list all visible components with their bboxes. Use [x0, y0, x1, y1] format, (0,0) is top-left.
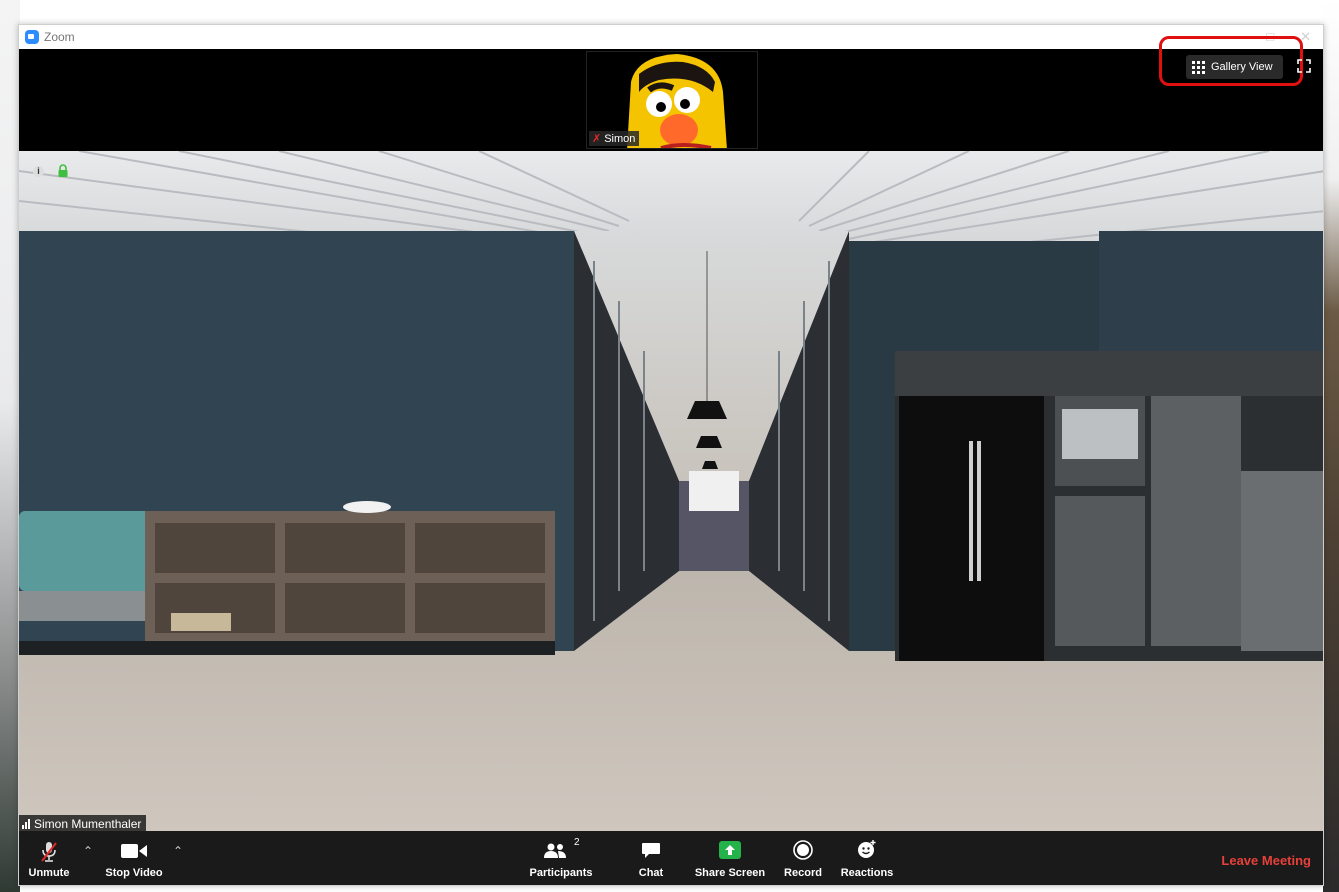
fullscreen-icon[interactable] — [1297, 59, 1311, 73]
office-background-image — [19, 151, 1323, 833]
connection-signal-icon — [22, 819, 30, 829]
participants-button[interactable]: 2 Participants — [524, 831, 598, 885]
share-screen-icon — [719, 841, 741, 859]
audio-options-chevron-up-icon[interactable]: ⌃ — [83, 844, 93, 858]
zoom-meeting-window: Zoom — □ ✕ ✗ Simon Gallery View i Simon … — [18, 24, 1324, 886]
window-title: Zoom — [44, 30, 75, 44]
encryption-lock-icon[interactable] — [57, 164, 69, 178]
unmute-label: Unmute — [28, 867, 70, 879]
chat-label: Chat — [638, 867, 664, 879]
chat-button[interactable]: Chat — [631, 831, 671, 885]
unmute-button[interactable]: Unmute — [23, 831, 75, 885]
thumbnail-name-tag: ✗ Simon — [589, 131, 640, 146]
stop-video-label: Stop Video — [105, 867, 163, 879]
reactions-button[interactable]: Reactions — [839, 831, 895, 885]
share-screen-label: Share Screen — [694, 867, 766, 879]
desktop-background-top — [0, 0, 1339, 8]
active-speaker-name: Simon Mumenthaler — [34, 817, 142, 831]
participants-label: Participants — [529, 867, 593, 879]
reactions-label: Reactions — [840, 867, 894, 879]
desktop-background-left — [0, 0, 20, 892]
meeting-controls-toolbar: Unmute ⌃ Stop Video ⌃ 2 Participants Cha… — [19, 831, 1323, 885]
gallery-view-label: Gallery View — [1211, 61, 1273, 73]
video-camera-icon — [121, 844, 147, 858]
muted-mic-icon: ✗ — [592, 133, 602, 145]
meeting-info-icon[interactable]: i — [33, 166, 44, 177]
participants-icon — [544, 843, 566, 858]
main-video: i Simon Mumenthaler — [19, 151, 1323, 833]
stop-video-button[interactable]: Stop Video — [101, 831, 167, 885]
leave-meeting-button[interactable]: Leave Meeting — [1221, 853, 1311, 868]
muted-microphone-icon — [41, 842, 57, 862]
title-bar: Zoom — □ ✕ — [19, 25, 1323, 49]
thumbnail-name: Simon — [604, 132, 636, 145]
zoom-logo-icon — [25, 30, 39, 44]
participant-strip: ✗ Simon Gallery View — [19, 36, 1323, 151]
participant-thumbnail[interactable]: ✗ Simon — [586, 51, 758, 149]
video-options-chevron-up-icon[interactable]: ⌃ — [173, 844, 183, 858]
participants-count: 2 — [574, 837, 580, 848]
gallery-view-button[interactable]: Gallery View — [1186, 55, 1283, 79]
chat-bubble-icon — [642, 843, 660, 858]
desktop-background-right — [1323, 0, 1339, 892]
share-screen-button[interactable]: Share Screen — [693, 831, 767, 885]
record-label: Record — [784, 867, 822, 879]
record-button[interactable]: Record — [781, 831, 825, 885]
grid-icon — [1192, 60, 1205, 74]
record-icon — [793, 840, 813, 860]
reactions-smiley-icon — [858, 840, 876, 858]
